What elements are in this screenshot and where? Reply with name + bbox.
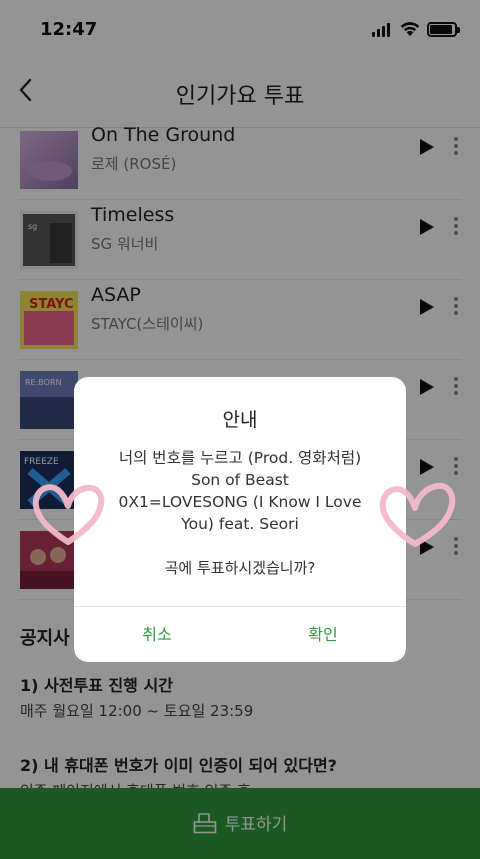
cancel-button[interactable]: 취소 [74, 607, 240, 662]
dialog-title: 안내 [222, 409, 258, 431]
heart-sticker-icon [379, 482, 456, 547]
confirm-button[interactable]: 확인 [240, 607, 406, 662]
dialog-question: 곡에 투표하시겠습니까? [164, 559, 316, 577]
dialog-line: 너의 번호를 누르고 (Prod. 영화처럼) [118, 449, 362, 467]
confirm-vote-dialog: 안내 너의 번호를 누르고 (Prod. 영화처럼) Son of Beast … [74, 377, 406, 662]
heart-sticker-icon [32, 484, 105, 545]
dialog-line: You) feat. Seori [181, 515, 299, 533]
dialog-line: 0X1=LOVESONG (I Know I Love [118, 493, 362, 511]
dialog-message: 너의 번호를 누르고 (Prod. 영화처럼) Son of Beast 0X1… [94, 447, 386, 535]
dialog-line: Son of Beast [191, 471, 289, 489]
